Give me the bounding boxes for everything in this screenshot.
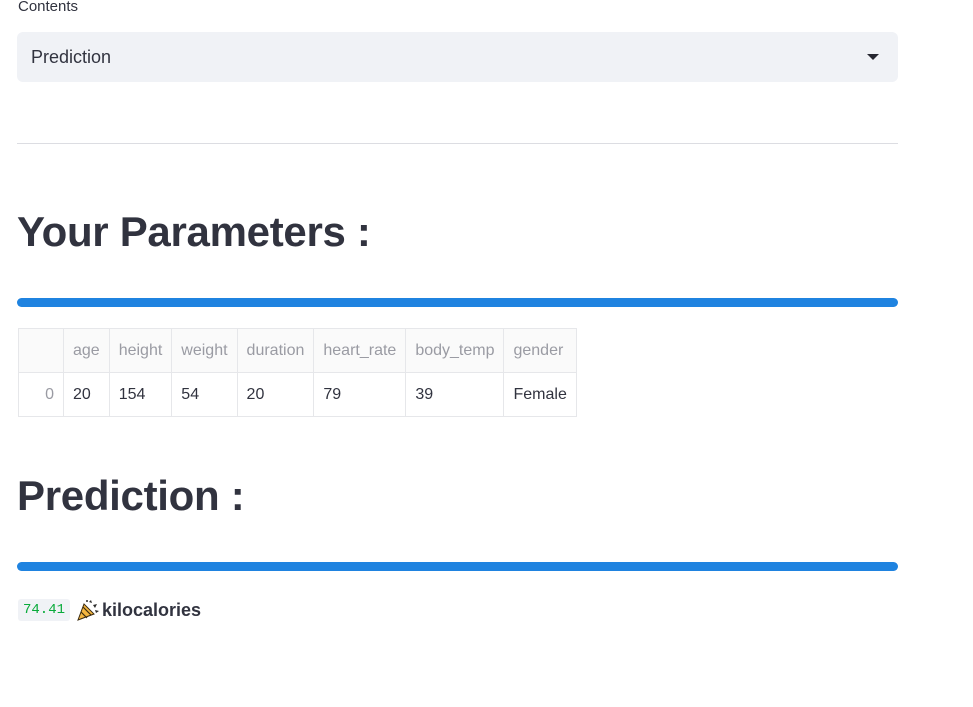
divider: [17, 143, 898, 144]
prediction-progress-bar: [17, 562, 898, 571]
column-header[interactable]: height: [108, 328, 173, 373]
caret-down-icon[interactable]: [867, 54, 879, 60]
parameters-progress-bar: [17, 298, 898, 307]
prediction-heading: Prediction :: [17, 472, 245, 519]
table-cell: 39: [405, 372, 505, 417]
column-header[interactable]: gender: [503, 328, 577, 373]
table-header-row: age height weight duration heart_rate bo…: [18, 328, 577, 373]
index-column-header: [18, 328, 64, 373]
contents-select[interactable]: Prediction: [17, 32, 898, 82]
prediction-result: 74.41 kilocalories: [18, 597, 201, 623]
row-index: 0: [18, 372, 64, 417]
table-cell: 20: [63, 372, 110, 417]
table-cell: 154: [108, 372, 173, 417]
select-value: Prediction: [31, 47, 112, 67]
column-header[interactable]: age: [63, 328, 110, 373]
parameters-heading: Your Parameters :: [17, 208, 371, 255]
column-header[interactable]: weight: [171, 328, 238, 373]
table-cell: 79: [313, 372, 407, 417]
table-row: 0 20 154 54 20 79 39 Female: [18, 372, 577, 417]
table-cell: Female: [503, 372, 577, 417]
table-cell: 54: [171, 372, 238, 417]
prediction-value: 74.41: [18, 599, 71, 621]
column-header[interactable]: heart_rate: [313, 328, 407, 373]
app-main: Contents Prediction Your Parameters : ag…: [0, 0, 973, 707]
table-cell: 20: [236, 372, 315, 417]
prediction-unit: kilocalories: [102, 599, 202, 620]
parameters-table: age height weight duration heart_rate bo…: [18, 328, 577, 417]
column-header[interactable]: duration: [236, 328, 315, 373]
contents-label: Contents: [18, 0, 79, 15]
party-popper-icon: [76, 598, 100, 622]
column-header[interactable]: body_temp: [405, 328, 505, 373]
